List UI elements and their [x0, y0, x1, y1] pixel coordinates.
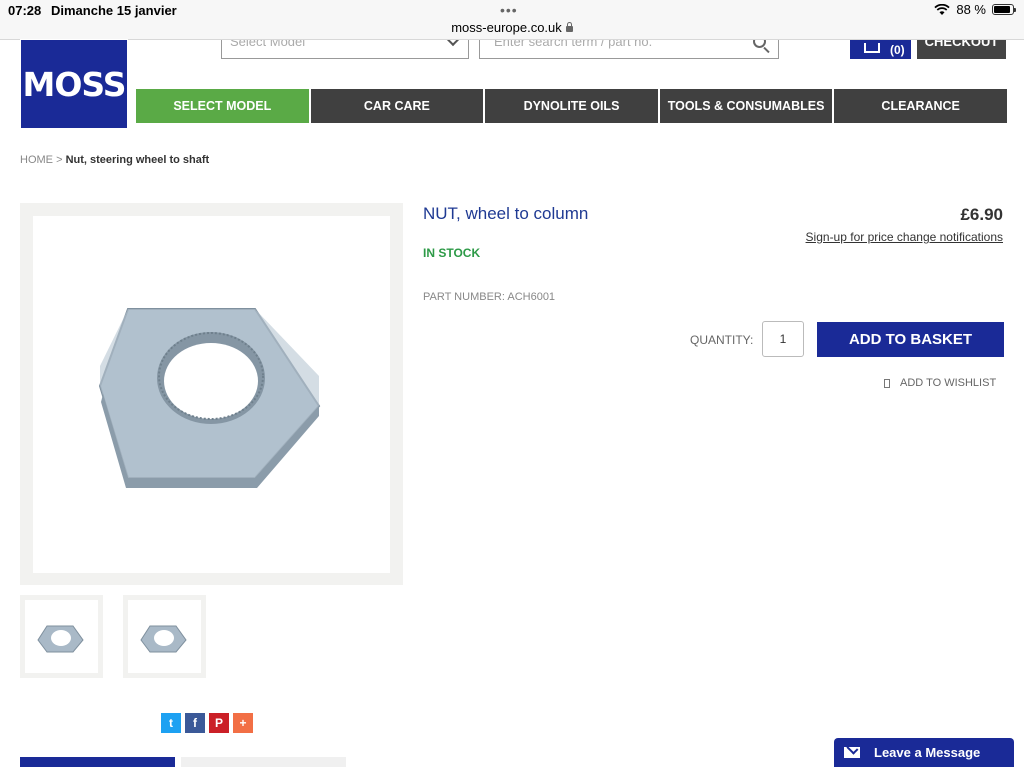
- add-to-wishlist-link[interactable]: ADD TO WISHLIST: [884, 377, 996, 389]
- search-input[interactable]: Enter search term / part no.: [479, 40, 779, 59]
- lock-icon: [565, 22, 573, 32]
- nav-item-tools-consumables[interactable]: TOOLS & CONSUMABLES: [659, 89, 833, 123]
- status-date: Dimanche 15 janvier: [51, 3, 177, 18]
- share-buttons: t f P +: [161, 713, 253, 733]
- nav-item-dynolite-oils[interactable]: DYNOLITE OILS: [485, 89, 658, 123]
- cart-button[interactable]: (0): [850, 40, 911, 59]
- thumbnail-1[interactable]: [20, 595, 103, 678]
- wishlist-label: ADD TO WISHLIST: [900, 377, 997, 389]
- tab-description[interactable]: [20, 757, 175, 767]
- chat-widget[interactable]: Leave a Message: [834, 738, 1014, 767]
- product-image-frame: [33, 216, 390, 573]
- main-nav: SELECT MODEL CAR CARE DYNOLITE OILS TOOL…: [136, 89, 1007, 123]
- pinterest-icon[interactable]: P: [209, 713, 229, 733]
- breadcrumb-home[interactable]: HOME: [20, 154, 53, 166]
- quantity-input[interactable]: 1: [762, 321, 804, 357]
- cart-count: (0): [890, 42, 905, 57]
- chat-label: Leave a Message: [874, 745, 981, 760]
- part-number: PART NUMBER: ACH6001: [423, 291, 556, 303]
- facebook-icon[interactable]: f: [185, 713, 205, 733]
- price-notify-link[interactable]: Sign-up for price change notifications: [806, 230, 1003, 244]
- wifi-icon: [934, 3, 950, 15]
- nav-item-clearance[interactable]: CLEARANCE: [834, 89, 1007, 123]
- breadcrumb-current: Nut, steering wheel to shaft: [65, 154, 210, 166]
- thumbnail-2[interactable]: [123, 595, 206, 678]
- product-title: NUT, wheel to column: [423, 204, 589, 223]
- tab-other[interactable]: [181, 757, 346, 767]
- nav-item-select-model[interactable]: SELECT MODEL: [136, 89, 309, 123]
- ios-status-bar: 07:28 Dimanche 15 janvier ••• 88 %: [0, 0, 1024, 20]
- stock-status: IN STOCK: [423, 246, 481, 260]
- cart-icon: [864, 42, 880, 53]
- add-to-basket-button[interactable]: ADD TO BASKET: [817, 322, 1004, 357]
- battery-fill: [994, 6, 1010, 13]
- breadcrumb-separator: >: [56, 154, 63, 166]
- chevron-down-icon: [445, 40, 461, 47]
- url-text[interactable]: moss-europe.co.uk: [451, 20, 562, 36]
- hex-nut-thumb: [37, 625, 84, 653]
- checkout-button[interactable]: CHECKOUT: [917, 40, 1006, 59]
- breadcrumb: HOME > Nut, steering wheel to shaft: [20, 154, 209, 166]
- status-right: 88 %: [934, 2, 1016, 17]
- hex-nut-thumb: [140, 625, 187, 653]
- battery-text: 88 %: [956, 2, 986, 17]
- status-time: 07:28: [8, 3, 42, 18]
- more-dots-icon[interactable]: •••: [500, 2, 518, 18]
- product-price: £6.90: [960, 205, 1003, 224]
- select-model-dropdown[interactable]: Select Model: [221, 40, 469, 59]
- address-bar[interactable]: moss-europe.co.uk: [0, 20, 1024, 40]
- twitter-icon[interactable]: t: [161, 713, 181, 733]
- hex-nut-image: [98, 308, 321, 488]
- bookmark-icon: [884, 378, 890, 388]
- nav-item-car-care[interactable]: CAR CARE: [310, 89, 484, 123]
- battery-icon: [992, 4, 1016, 15]
- envelope-icon: [844, 747, 860, 758]
- search-placeholder: Enter search term / part no.: [494, 40, 653, 49]
- thumbnail-frame: [25, 600, 98, 673]
- share-more-icon[interactable]: +: [233, 713, 253, 733]
- logo-text: MOSS: [22, 64, 127, 104]
- product-main-image[interactable]: [20, 203, 403, 585]
- moss-logo[interactable]: MOSS: [20, 39, 128, 129]
- search-icon[interactable]: [753, 40, 766, 48]
- select-model-placeholder: Select Model: [230, 40, 306, 49]
- thumbnail-frame: [128, 600, 201, 673]
- quantity-label: QUANTITY:: [690, 333, 754, 347]
